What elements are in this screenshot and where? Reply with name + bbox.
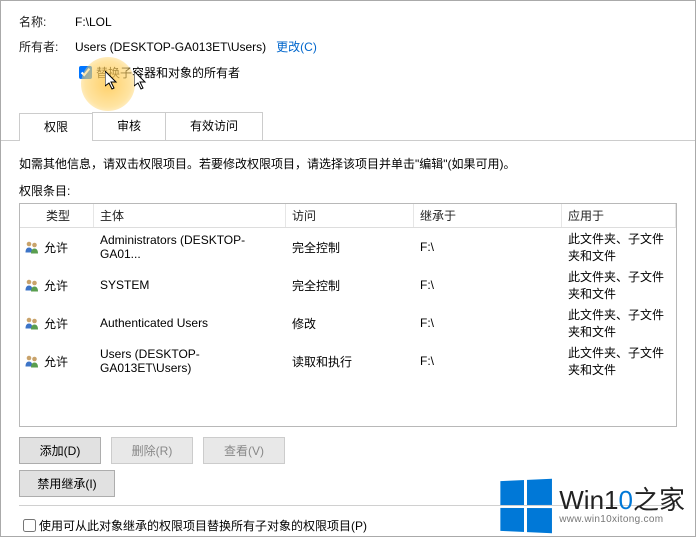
users-icon: [24, 315, 40, 331]
change-owner-link[interactable]: 更改(C): [276, 38, 317, 55]
cell-inherited: F:\: [414, 353, 562, 369]
col-inherited[interactable]: 继承于: [414, 204, 562, 227]
cell-applies: 此文件夹、子文件夹和文件: [562, 229, 676, 265]
tab-permissions[interactable]: 权限: [19, 113, 93, 141]
col-principal[interactable]: 主体: [94, 204, 286, 227]
cell-type: 允许: [44, 239, 68, 256]
replace-owner-label: 替换子容器和对象的所有者: [96, 64, 240, 81]
cell-principal: Administrators (DESKTOP-GA01...: [94, 232, 286, 262]
add-button[interactable]: 添加(D): [19, 437, 101, 464]
watermark-brand: Win10之家: [559, 487, 685, 513]
table-row[interactable]: 允许 Administrators (DESKTOP-GA01...完全控制F:\…: [20, 228, 676, 266]
info-text: 如需其他信息，请双击权限项目。若要修改权限项目，请选择该项目并单击"编辑"(如果…: [19, 155, 677, 172]
col-access[interactable]: 访问: [286, 204, 414, 227]
view-button[interactable]: 查看(V): [203, 437, 285, 464]
name-value: F:\LOL: [75, 15, 112, 29]
cell-principal: Authenticated Users: [94, 315, 286, 331]
owner-label: 所有者:: [19, 38, 75, 55]
cell-applies: 此文件夹、子文件夹和文件: [562, 267, 676, 303]
cell-access: 完全控制: [286, 276, 414, 295]
watermark-url: www.win10xitong.com: [559, 515, 685, 525]
tab-effective-access[interactable]: 有效访问: [165, 112, 263, 140]
advanced-security-dialog: 名称: F:\LOL 所有者: Users (DESKTOP-GA013ET\U…: [0, 0, 696, 537]
tab-strip: 权限 审核 有效访问: [1, 112, 695, 141]
cell-principal: SYSTEM: [94, 277, 286, 293]
cell-type: 允许: [44, 315, 68, 332]
cell-principal: Users (DESKTOP-GA013ET\Users): [94, 346, 286, 376]
name-label: 名称:: [19, 13, 75, 30]
cell-inherited: F:\: [414, 315, 562, 331]
header-area: 名称: F:\LOL 所有者: Users (DESKTOP-GA013ET\U…: [1, 1, 695, 94]
watermark: Win10之家 www.win10xitong.com: [499, 480, 685, 532]
col-type[interactable]: 类型: [20, 204, 94, 227]
replace-owner-checkbox[interactable]: [79, 66, 92, 79]
replace-child-checkbox[interactable]: [23, 519, 36, 532]
table-row[interactable]: 允许 Users (DESKTOP-GA013ET\Users)读取和执行F:\此…: [20, 342, 676, 380]
users-icon: [24, 239, 40, 255]
cell-access: 读取和执行: [286, 352, 414, 371]
cell-applies: 此文件夹、子文件夹和文件: [562, 343, 676, 379]
table-body: 允许Administrators (DESKTOP-GA01...完全控制F:\…: [20, 228, 676, 380]
col-applies[interactable]: 应用于: [562, 204, 676, 227]
windows-logo-icon: [501, 479, 553, 533]
remove-button[interactable]: 删除(R): [111, 437, 193, 464]
cell-access: 修改: [286, 314, 414, 333]
cell-inherited: F:\: [414, 239, 562, 255]
entries-label: 权限条目:: [19, 182, 677, 199]
replace-child-label: 使用可从此对象继承的权限项目替换所有子对象的权限项目(P): [39, 517, 367, 534]
cell-type: 允许: [44, 277, 68, 294]
permissions-table[interactable]: 类型 主体 访问 继承于 应用于 允许 Administrators (DESKT…: [19, 203, 677, 427]
users-icon: [24, 277, 40, 293]
users-icon: [24, 353, 40, 369]
table-header: 类型 主体 访问 继承于 应用于: [20, 204, 676, 228]
table-row[interactable]: 允许 Authenticated Users修改F:\此文件夹、子文件夹和文件: [20, 304, 676, 342]
owner-value: Users (DESKTOP-GA013ET\Users): [75, 40, 266, 54]
cell-applies: 此文件夹、子文件夹和文件: [562, 305, 676, 341]
cell-type: 允许: [44, 353, 68, 370]
table-row[interactable]: 允许 SYSTEM完全控制F:\此文件夹、子文件夹和文件: [20, 266, 676, 304]
cell-access: 完全控制: [286, 238, 414, 257]
tab-audit[interactable]: 审核: [92, 112, 166, 140]
disable-inherit-button[interactable]: 禁用继承(I): [19, 470, 115, 497]
cell-inherited: F:\: [414, 277, 562, 293]
